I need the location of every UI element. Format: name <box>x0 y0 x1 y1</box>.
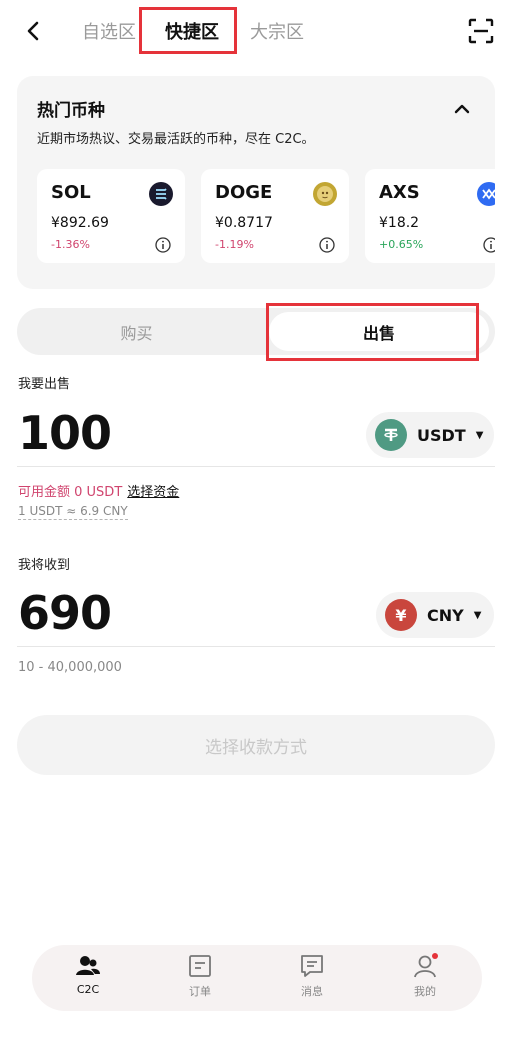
divider <box>17 466 495 467</box>
caret-down-icon: ▼ <box>475 429 484 441</box>
message-icon <box>299 953 325 979</box>
sell-section-label: 我要出售 <box>18 377 71 392</box>
info-icon[interactable] <box>155 237 171 253</box>
choose-payment-method-button[interactable]: 选择收款方式 <box>17 715 495 775</box>
nav-label: 我的 <box>414 985 436 998</box>
buy-tab[interactable]: 购买 <box>17 308 256 355</box>
receive-section-label: 我将收到 <box>18 558 71 573</box>
nav-item-messages[interactable]: 消息 <box>277 953 347 1005</box>
select-funds-link[interactable]: 选择资金 <box>127 485 179 500</box>
available-balance: 可用金额 0 USDT 选择资金 <box>18 481 179 500</box>
tab-highlight-box <box>139 7 237 54</box>
profile-icon <box>412 953 438 979</box>
amount-range: 10 - 40,000,000 <box>18 660 122 675</box>
cny-icon: ¥ <box>385 599 417 631</box>
info-icon[interactable] <box>483 237 495 253</box>
tab-block[interactable]: 大宗区 <box>250 18 304 44</box>
sell-currency-code: USDT <box>417 425 466 445</box>
nav-item-c2c[interactable]: C2C <box>53 953 123 1005</box>
doge-icon <box>313 182 337 206</box>
nav-label: 消息 <box>301 985 323 998</box>
coin-symbol: SOL <box>51 182 91 203</box>
scan-icon <box>468 18 494 44</box>
info-icon[interactable] <box>319 237 335 253</box>
receive-currency-selector[interactable]: ¥ CNY ▼ <box>376 592 494 638</box>
collapse-button[interactable] <box>449 96 475 122</box>
receive-currency-code: CNY <box>427 605 464 625</box>
coin-card-doge[interactable]: DOGE ¥0.8717 -1.19% <box>201 169 349 263</box>
bottom-nav: C2C 订单 消息 我的 <box>32 945 482 1011</box>
coin-price: ¥892.69 <box>51 215 109 231</box>
hot-coins-card: 热门币种 近期市场热议、交易最活跃的币种，尽在 C2C。 SOL ¥892.69… <box>17 76 495 289</box>
coin-change: -1.19% <box>215 238 254 251</box>
back-button[interactable] <box>18 16 48 46</box>
nav-item-profile[interactable]: 我的 <box>390 953 460 1005</box>
chevron-up-icon <box>454 104 470 114</box>
nav-item-orders[interactable]: 订单 <box>165 953 235 1005</box>
order-icon <box>187 953 213 979</box>
usdt-icon <box>375 419 407 451</box>
coin-price: ¥18.2 <box>379 215 420 231</box>
solana-icon <box>149 182 173 206</box>
notification-dot <box>432 953 438 959</box>
coin-change: +0.65% <box>379 238 424 251</box>
divider <box>17 646 495 647</box>
coin-symbol: AXS <box>379 182 420 203</box>
tab-watchlist[interactable]: 自选区 <box>82 18 136 44</box>
nav-label: 订单 <box>189 985 211 998</box>
sell-amount-input[interactable]: 100 <box>18 406 112 460</box>
coin-card-sol[interactable]: SOL ¥892.69 -1.36% <box>37 169 185 263</box>
exchange-rate: 1 USDT ≈ 6.9 CNY <box>18 504 128 520</box>
receive-amount-input[interactable]: 690 <box>18 586 112 640</box>
caret-down-icon: ▼ <box>473 609 482 621</box>
coin-symbol: DOGE <box>215 182 273 203</box>
coin-card-axs[interactable]: AXS ¥18.2 +0.65% <box>365 169 495 263</box>
people-icon <box>75 953 101 979</box>
hot-coins-subtitle: 近期市场热议、交易最活跃的币种，尽在 C2C。 <box>37 132 315 147</box>
coin-price: ¥0.8717 <box>215 215 273 231</box>
axs-icon <box>477 182 495 206</box>
chevron-left-icon <box>27 21 39 41</box>
available-text: 可用金额 0 USDT <box>18 485 123 500</box>
sell-currency-selector[interactable]: USDT ▼ <box>366 412 494 458</box>
scan-button[interactable] <box>466 16 496 46</box>
hot-coins-title: 热门币种 <box>37 101 105 121</box>
nav-label: C2C <box>76 983 100 996</box>
coin-change: -1.36% <box>51 238 90 251</box>
sell-highlight-box <box>266 303 479 361</box>
